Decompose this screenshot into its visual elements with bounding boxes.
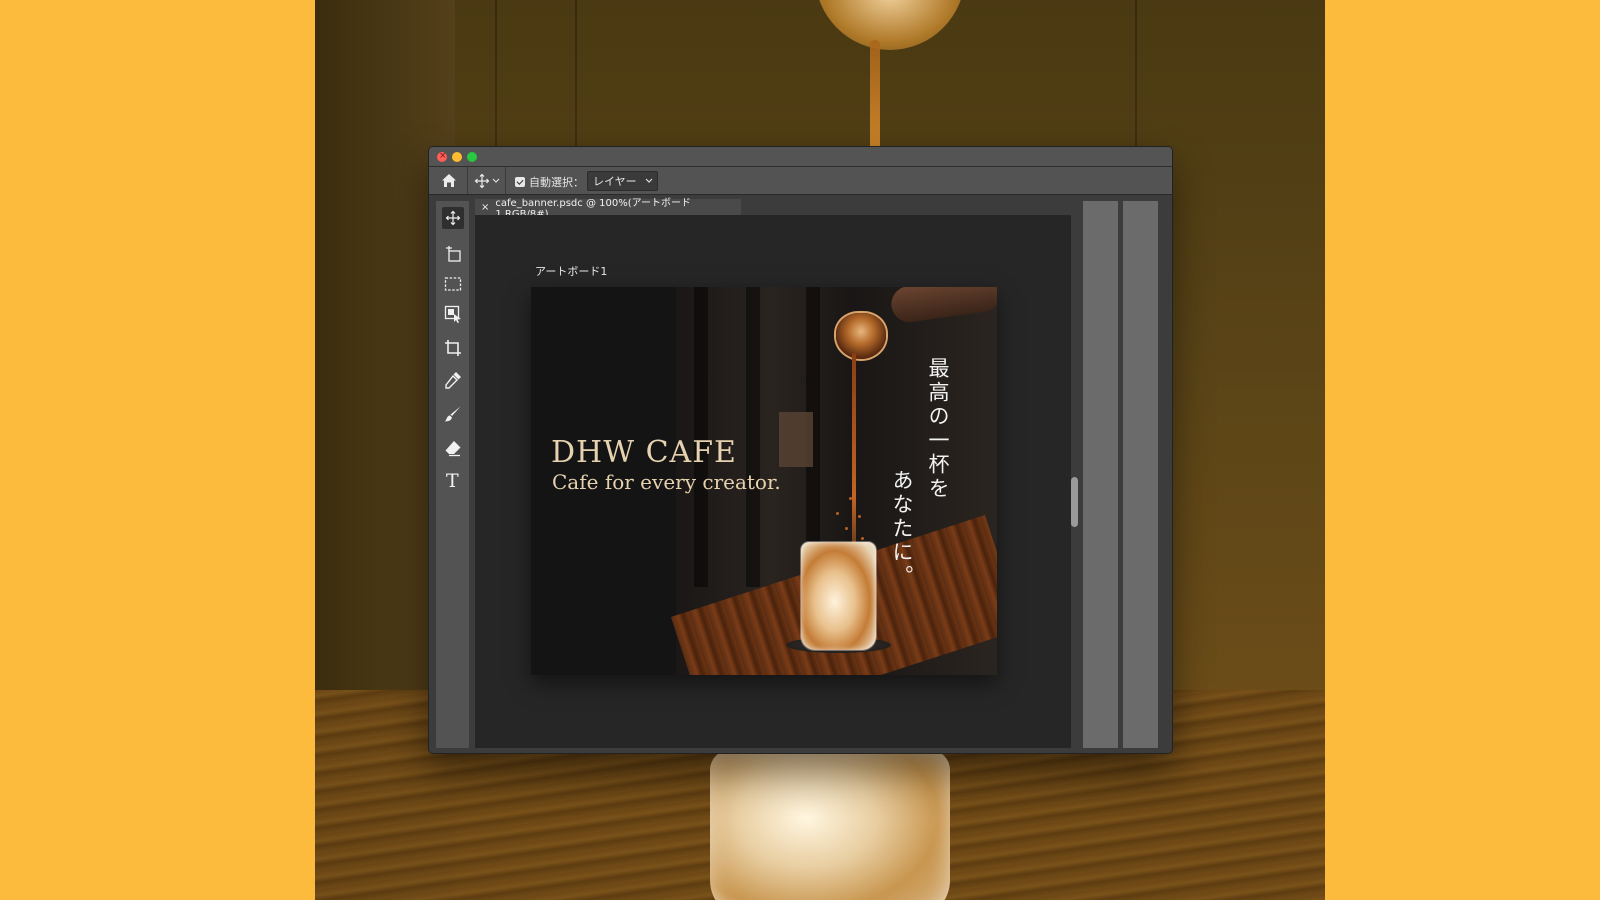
banner-iced-coffee-glass [801, 542, 876, 650]
background-iced-latte-glass [710, 750, 950, 900]
dropdown-value: レイヤー [593, 175, 637, 188]
chevron-down-icon [645, 178, 653, 183]
artboard-tool[interactable] [442, 243, 464, 265]
document-tab-bar: × cafe_banner.psdc @ 100%(アートボード1,RGB/8#… [475, 198, 1041, 220]
banner-coffee-drop [849, 497, 852, 500]
banner-coffee-drop [845, 527, 848, 530]
type-tool[interactable]: T [442, 469, 464, 491]
options-bar: 自動選択： レイヤー [429, 167, 1172, 195]
minimize-button[interactable] [452, 152, 462, 162]
background-coffee-stream [870, 40, 880, 150]
crop-tool[interactable] [442, 337, 464, 359]
chevron-down-icon [492, 178, 500, 183]
eyedropper-tool[interactable] [442, 369, 464, 391]
photoshop-window: × 自動選択： レイヤー T × cafe_banner.psdc @ 100%… [428, 146, 1173, 754]
auto-select-label: 自動選択： [529, 176, 584, 189]
maximize-button[interactable] [467, 152, 477, 162]
banner-vertical-copy-2: あなたに。 [890, 469, 914, 589]
eraser-tool[interactable] [442, 437, 464, 459]
eraser-icon [445, 441, 461, 457]
banner-coffee-drop [836, 512, 839, 515]
tools-panel: T [436, 201, 469, 748]
title-bar: × [429, 147, 1172, 167]
document-tab[interactable]: × cafe_banner.psdc @ 100%(アートボード1,RGB/8#… [475, 198, 741, 220]
banner-coffee-drop [858, 515, 861, 518]
banner-window-light [779, 412, 813, 467]
close-tab-icon[interactable]: × [481, 202, 489, 213]
brush-icon [445, 406, 461, 422]
banner-pouring-jug [836, 313, 886, 359]
eyedropper-icon [445, 372, 461, 389]
banner-subtitle: Cafe for every creator. [552, 470, 781, 494]
artboard-label[interactable]: アートボード1 [535, 263, 607, 279]
cafe-banner-artboard[interactable]: DHW CAFE Cafe for every creator. 最高の一杯を … [531, 287, 997, 675]
banner-coffee-drop [861, 537, 864, 540]
close-button[interactable]: × [437, 151, 447, 162]
move-tool[interactable] [442, 207, 464, 229]
panel-dock-left[interactable] [1083, 201, 1118, 748]
banner-title: DHW CAFE [551, 435, 737, 470]
move-icon [474, 173, 490, 188]
rectangular-marquee-tool[interactable] [442, 273, 464, 295]
panel-dock-right[interactable] [1123, 201, 1158, 748]
brush-tool[interactable] [442, 403, 464, 425]
object-selection-tool[interactable] [442, 303, 464, 325]
move-icon [445, 210, 461, 226]
marquee-icon [444, 277, 462, 291]
vertical-scrollbar[interactable] [1071, 477, 1078, 527]
crop-icon [445, 340, 461, 356]
background-pouring-cup [815, 0, 965, 50]
type-icon: T [446, 470, 459, 490]
home-button[interactable] [431, 167, 468, 194]
svg-text:T: T [446, 470, 459, 490]
banner-vertical-copy-1: 最高の一杯を [926, 357, 950, 501]
canvas-area[interactable]: アートボード1 DHW CAFE Cafe for every creator.… [475, 215, 1078, 748]
tool-preset-picker[interactable] [469, 167, 506, 194]
auto-select-option[interactable]: 自動選択： [515, 174, 584, 190]
banner-pillar [746, 287, 760, 587]
auto-select-checkbox[interactable] [515, 177, 525, 187]
auto-select-target-dropdown[interactable]: レイヤー [587, 171, 658, 191]
artboard-icon [446, 246, 461, 262]
home-icon [442, 174, 456, 187]
workspace: T × cafe_banner.psdc @ 100%(アートボード1,RGB/… [429, 195, 1172, 753]
object-selection-icon [444, 305, 461, 323]
